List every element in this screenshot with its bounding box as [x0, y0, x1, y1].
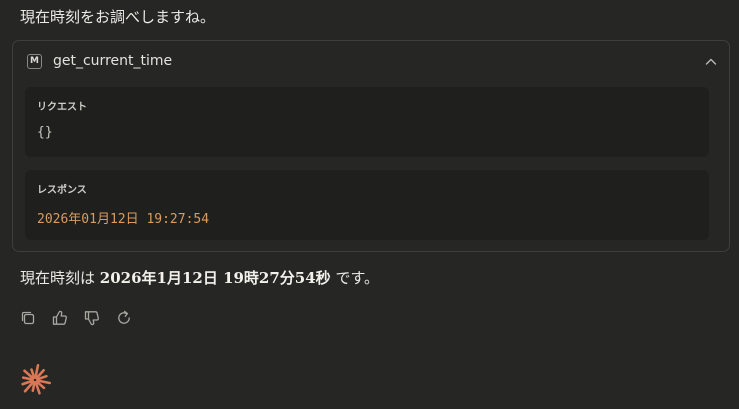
- thumbs-up-button[interactable]: [51, 309, 69, 327]
- chevron-up-icon: [705, 58, 717, 65]
- claude-spark-logo: [21, 364, 51, 395]
- tool-name: get_current_time: [53, 53, 173, 69]
- assistant-answer-text: 現在時刻は 2026年1月12日 19時27分54秒 です。: [20, 267, 379, 288]
- collapse-button[interactable]: [703, 54, 719, 70]
- thumbs-down-button[interactable]: [83, 309, 101, 327]
- tool-call-header[interactable]: M get_current_time: [13, 41, 729, 83]
- request-section: リクエスト {}: [25, 87, 709, 157]
- response-label: レスポンス: [37, 185, 87, 196]
- assistant-intro-text: 現在時刻をお調べしますね。: [20, 8, 216, 26]
- response-body: 2026年01月12日 19:27:54: [37, 212, 210, 227]
- answer-prefix: 現在時刻は: [20, 269, 100, 287]
- request-body: {}: [37, 125, 53, 140]
- mcp-tool-icon: M: [27, 54, 42, 69]
- request-label: リクエスト: [37, 102, 87, 113]
- retry-button[interactable]: [115, 309, 133, 327]
- response-section: レスポンス 2026年01月12日 19:27:54: [25, 170, 709, 240]
- thumbs-down-icon: [84, 311, 99, 326]
- answer-suffix: です。: [330, 269, 379, 287]
- retry-icon: [118, 310, 130, 324]
- answer-time-value: 2026年1月12日 19時27分54秒: [99, 269, 331, 287]
- copy-button[interactable]: [19, 309, 37, 327]
- thumbs-up-icon: [52, 310, 67, 325]
- tool-call-card: M get_current_time リクエスト {} レスポンス 2026年0…: [12, 40, 730, 252]
- copy-icon: [21, 311, 35, 325]
